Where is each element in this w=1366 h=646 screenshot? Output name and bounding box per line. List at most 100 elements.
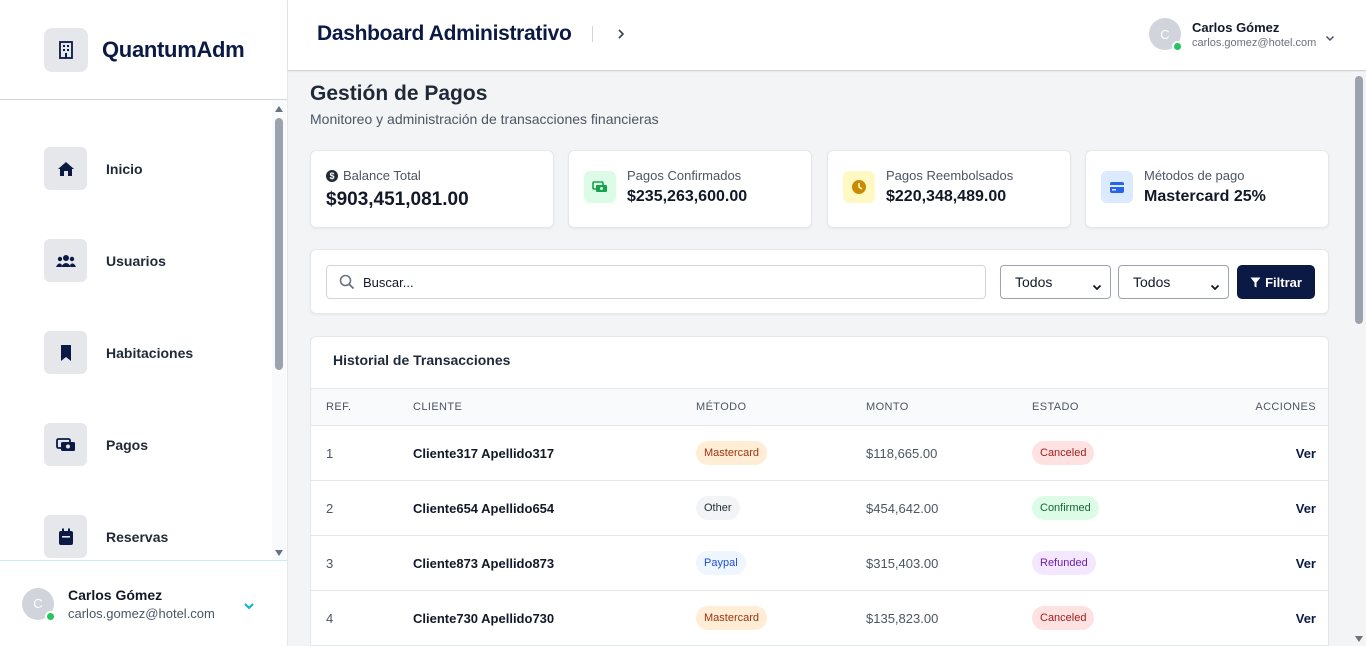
sidebar-item-reservas[interactable]: Reservas [44,515,168,558]
main-content: Gestión de Pagos Monitoreo y administrac… [288,72,1352,646]
filter-button-label: Filtrar [1265,274,1302,290]
brand: QuantumAdm [0,0,287,100]
method-badge: Other [696,496,740,520]
users-icon [44,239,87,282]
calendar-icon [44,515,87,558]
sidebar-item-usuarios[interactable]: Usuarios [44,239,166,282]
chevron-down-icon[interactable] [243,597,255,615]
cell-ref: 3 [326,556,334,571]
page-header-title: Dashboard Administrativo [317,22,572,45]
column-header-method: MÉTODO [696,401,747,413]
chevron-down-icon [1092,278,1102,294]
avatar-initial: C [33,596,43,611]
chevron-down-icon[interactable] [1325,29,1335,47]
sidebar-item-pagos[interactable]: Pagos [44,423,148,466]
table-row: 1 Cliente317 Apellido317 Mastercard $118… [311,426,1328,481]
user-name: Carlos Gómez [68,586,163,603]
sidebar: QuantumAdm Inicio Usuarios Habitaciones … [0,0,288,646]
scroll-down-icon[interactable] [275,550,283,556]
building-icon [44,27,88,72]
user-name: Carlos Gómez [1192,20,1280,35]
page-subtitle: Monitoreo y administración de transaccio… [310,111,659,127]
sidebar-user[interactable]: C Carlos Gómez carlos.gomez@hotel.com [0,560,287,646]
cell-client: Cliente873 Apellido873 [413,556,555,571]
column-header-amount: MONTO [866,401,909,413]
stat-label: Pagos Reembolsados [886,168,1014,183]
column-header-status: ESTADO [1032,401,1079,413]
table-title: Historial de Transacciones [333,352,511,368]
status-select-value: Todos [1133,274,1171,290]
dollar-icon: $ [326,169,338,182]
status-badge: Refunded [1032,551,1096,575]
search-input[interactable] [363,274,963,290]
bookmark-icon [44,331,87,374]
status-badge: Canceled [1032,441,1095,465]
status-badge: Canceled [1032,606,1095,630]
cell-client: Cliente654 Apellido654 [413,501,555,516]
column-header-ref: REF. [326,401,352,413]
filter-button[interactable]: Filtrar [1237,265,1315,299]
cell-client: Cliente317 Apellido317 [413,446,555,461]
sidebar-item-label: Inicio [106,160,143,177]
header-divider [592,26,593,42]
money-icon [584,171,616,203]
header-user-info[interactable]: Carlos Gómez carlos.gomez@hotel.com [1192,20,1316,49]
transactions-table: Historial de Transacciones REF. CLIENTE … [310,336,1329,646]
search-icon [339,274,355,290]
cell-ref: 1 [326,446,334,461]
avatar: C [22,587,56,622]
stat-value: $220,348,489.00 [886,188,1007,205]
column-header-client: CLIENTE [413,401,463,413]
stat-value: Mastercard 25% [1144,188,1266,205]
cell-amount: $135,823.00 [866,611,939,626]
search-field[interactable] [326,265,986,299]
avatar-initial: C [1160,26,1170,42]
method-select[interactable]: Todos [1000,265,1111,299]
method-badge: Mastercard [696,606,768,630]
method-badge: Mastercard [696,441,768,465]
cell-client: Cliente730 Apellido730 [413,611,555,626]
table-header: REF. CLIENTE MÉTODO MONTO ESTADO ACCIONE… [311,388,1328,426]
view-link[interactable]: Ver [1296,611,1316,626]
method-badge: Paypal [696,551,746,575]
sidebar-item-label: Habitaciones [106,344,194,361]
method-select-value: Todos [1015,274,1053,290]
view-link[interactable]: Ver [1296,501,1316,516]
view-link[interactable]: Ver [1296,556,1316,571]
home-icon [44,147,87,190]
scroll-up-icon[interactable] [275,106,283,112]
stat-label: Pagos Confirmados [627,168,742,183]
sidebar-item-label: Usuarios [106,252,166,269]
scroll-down-icon[interactable] [1355,636,1363,642]
sidebar-item-habitaciones[interactable]: Habitaciones [44,331,193,374]
avatar[interactable]: C [1149,18,1183,52]
stat-card-refunded: Pagos Reembolsados $220,348,489.00 [827,150,1071,228]
user-email: carlos.gomez@hotel.com [68,605,215,621]
sidebar-scrollbar[interactable] [272,100,286,560]
sidebar-nav: Inicio Usuarios Habitaciones Pagos Reser… [0,100,272,560]
cell-ref: 4 [326,611,334,626]
user-email: carlos.gomez@hotel.com [1192,37,1317,49]
chevron-right-icon[interactable] [617,27,625,45]
sidebar-item-label: Reservas [106,528,169,545]
status-select[interactable]: Todos [1118,265,1229,299]
cell-amount: $454,642.00 [866,501,939,516]
stat-value: $235,263,600.00 [627,188,748,205]
table-row: 3 Cliente873 Apellido873 Paypal $315,403… [311,536,1328,591]
scroll-thumb[interactable] [275,118,283,370]
cell-amount: $315,403.00 [866,556,939,571]
funnel-icon [1250,277,1261,288]
view-link[interactable]: Ver [1296,446,1316,461]
cell-ref: 2 [326,501,334,516]
filter-bar: Todos Todos Filtrar [310,249,1329,314]
online-indicator [1172,41,1183,52]
credit-card-icon [1101,171,1133,203]
stat-card-methods: Métodos de pago Mastercard 25% [1085,150,1329,228]
status-badge: Confirmed [1032,496,1099,520]
stat-label: Métodos de pago [1144,168,1245,183]
sidebar-item-inicio[interactable]: Inicio [44,147,143,190]
stat-label: Balance Total [343,168,421,183]
online-indicator [45,610,56,622]
scroll-thumb[interactable] [1355,76,1363,324]
main-scrollbar[interactable] [1352,72,1366,646]
